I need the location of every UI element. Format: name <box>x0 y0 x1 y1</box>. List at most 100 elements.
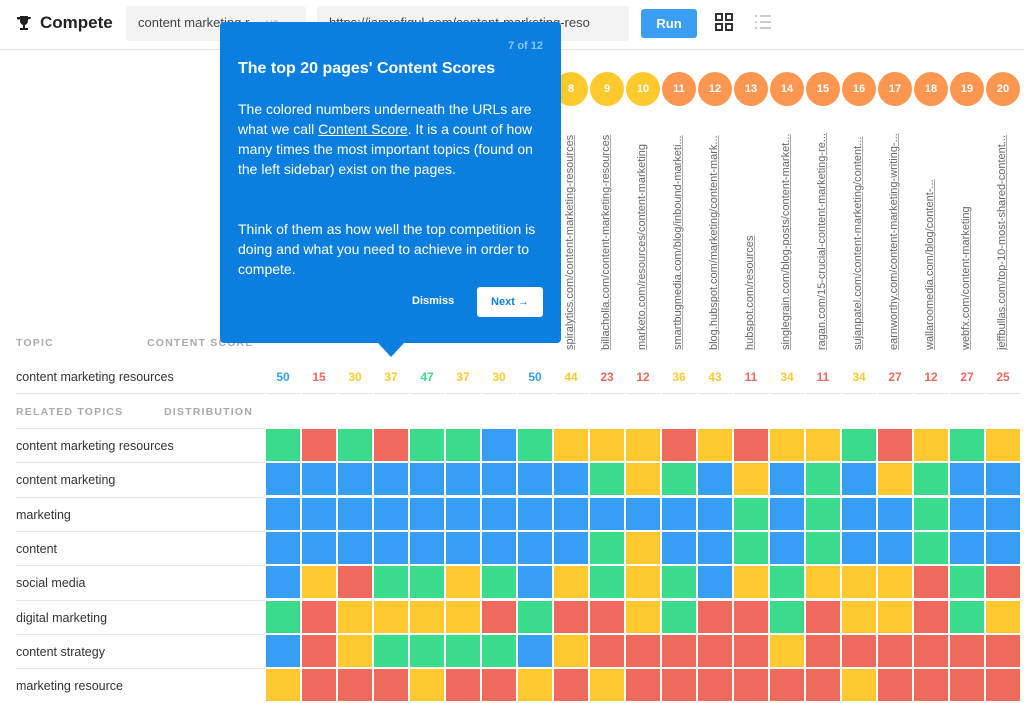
distribution-cell[interactable] <box>770 566 804 599</box>
distribution-cell[interactable] <box>842 497 876 530</box>
distribution-cell[interactable] <box>950 463 984 496</box>
distribution-cell[interactable] <box>626 566 660 599</box>
distribution-cell[interactable] <box>626 531 660 564</box>
distribution-cell[interactable] <box>878 669 912 702</box>
distribution-cell[interactable] <box>338 669 372 702</box>
distribution-cell[interactable] <box>806 634 840 667</box>
distribution-cell[interactable] <box>950 429 984 461</box>
distribution-cell[interactable] <box>770 429 804 461</box>
distribution-cell[interactable] <box>806 669 840 702</box>
distribution-cell[interactable] <box>374 600 408 633</box>
distribution-cell[interactable] <box>266 669 300 702</box>
distribution-header[interactable]: DISTRIBUTION <box>164 406 253 418</box>
distribution-cell[interactable] <box>266 497 300 530</box>
distribution-cell[interactable] <box>878 634 912 667</box>
distribution-cell[interactable] <box>770 497 804 530</box>
distribution-cell[interactable] <box>878 566 912 599</box>
distribution-cell[interactable] <box>842 531 876 564</box>
distribution-cell[interactable] <box>914 531 948 564</box>
distribution-cell[interactable] <box>410 531 444 564</box>
distribution-cell[interactable] <box>266 429 300 461</box>
distribution-cell[interactable] <box>842 463 876 496</box>
distribution-cell[interactable] <box>734 429 768 461</box>
distribution-cell[interactable] <box>698 600 732 633</box>
distribution-cell[interactable] <box>302 634 336 667</box>
distribution-cell[interactable] <box>950 669 984 702</box>
distribution-cell[interactable] <box>806 463 840 496</box>
distribution-cell[interactable] <box>302 531 336 564</box>
distribution-cell[interactable] <box>446 634 480 667</box>
distribution-cell[interactable] <box>518 634 552 667</box>
competitor-url-link[interactable]: sujanpatel.com/content-marketing/content… <box>852 120 864 350</box>
distribution-cell[interactable] <box>266 600 300 633</box>
competitor-url-link[interactable]: hubspot.com/resources <box>744 120 756 350</box>
distribution-cell[interactable] <box>518 497 552 530</box>
distribution-cell[interactable] <box>518 463 552 496</box>
distribution-cell[interactable] <box>698 531 732 564</box>
distribution-cell[interactable] <box>410 497 444 530</box>
distribution-cell[interactable] <box>482 429 516 461</box>
competitor-url-link[interactable]: blog.hubspot.com/marketing/content-mark.… <box>708 120 720 350</box>
distribution-cell[interactable] <box>338 497 372 530</box>
distribution-cell[interactable] <box>842 634 876 667</box>
distribution-cell[interactable] <box>590 497 624 530</box>
distribution-cell[interactable] <box>410 634 444 667</box>
distribution-cell[interactable] <box>950 531 984 564</box>
distribution-cell[interactable] <box>410 463 444 496</box>
distribution-cell[interactable] <box>806 429 840 461</box>
distribution-cell[interactable] <box>914 463 948 496</box>
distribution-cell[interactable] <box>662 600 696 633</box>
distribution-cell[interactable] <box>590 634 624 667</box>
competitor-url-link[interactable]: webfx.com/content-marketing <box>960 120 972 350</box>
distribution-cell[interactable] <box>446 429 480 461</box>
distribution-cell[interactable] <box>878 600 912 633</box>
distribution-cell[interactable] <box>554 566 588 599</box>
distribution-cell[interactable] <box>914 634 948 667</box>
distribution-cell[interactable] <box>950 566 984 599</box>
distribution-cell[interactable] <box>842 566 876 599</box>
distribution-cell[interactable] <box>626 634 660 667</box>
distribution-cell[interactable] <box>950 497 984 530</box>
distribution-cell[interactable] <box>914 497 948 530</box>
distribution-cell[interactable] <box>554 429 588 461</box>
distribution-cell[interactable] <box>878 463 912 496</box>
distribution-cell[interactable] <box>554 463 588 496</box>
distribution-cell[interactable] <box>374 566 408 599</box>
competitor-url-link[interactable]: marketo.com/resources/content-marketing <box>636 120 648 350</box>
distribution-cell[interactable] <box>482 669 516 702</box>
distribution-cell[interactable] <box>914 429 948 461</box>
distribution-cell[interactable] <box>338 566 372 599</box>
run-button[interactable]: Run <box>641 9 697 38</box>
distribution-cell[interactable] <box>662 429 696 461</box>
grid-view-icon[interactable] <box>714 12 734 32</box>
distribution-cell[interactable] <box>338 634 372 667</box>
distribution-cell[interactable] <box>590 463 624 496</box>
distribution-cell[interactable] <box>698 634 732 667</box>
distribution-cell[interactable] <box>734 634 768 667</box>
distribution-cell[interactable] <box>338 531 372 564</box>
distribution-cell[interactable] <box>698 497 732 530</box>
distribution-cell[interactable] <box>302 600 336 633</box>
distribution-cell[interactable] <box>302 669 336 702</box>
distribution-cell[interactable] <box>590 429 624 461</box>
distribution-cell[interactable] <box>770 463 804 496</box>
competitor-url-link[interactable]: earnworthy.com/content-marketing-writing… <box>888 120 900 350</box>
distribution-cell[interactable] <box>446 531 480 564</box>
distribution-cell[interactable] <box>842 600 876 633</box>
distribution-cell[interactable] <box>410 669 444 702</box>
distribution-cell[interactable] <box>410 600 444 633</box>
distribution-cell[interactable] <box>734 566 768 599</box>
distribution-cell[interactable] <box>374 497 408 530</box>
distribution-cell[interactable] <box>338 429 372 461</box>
distribution-cell[interactable] <box>554 497 588 530</box>
list-view-icon[interactable] <box>753 12 773 32</box>
distribution-cell[interactable] <box>734 531 768 564</box>
distribution-cell[interactable] <box>518 531 552 564</box>
distribution-cell[interactable] <box>626 429 660 461</box>
distribution-cell[interactable] <box>662 497 696 530</box>
distribution-cell[interactable] <box>518 566 552 599</box>
distribution-cell[interactable] <box>446 669 480 702</box>
distribution-cell[interactable] <box>770 531 804 564</box>
distribution-cell[interactable] <box>590 566 624 599</box>
distribution-cell[interactable] <box>662 531 696 564</box>
